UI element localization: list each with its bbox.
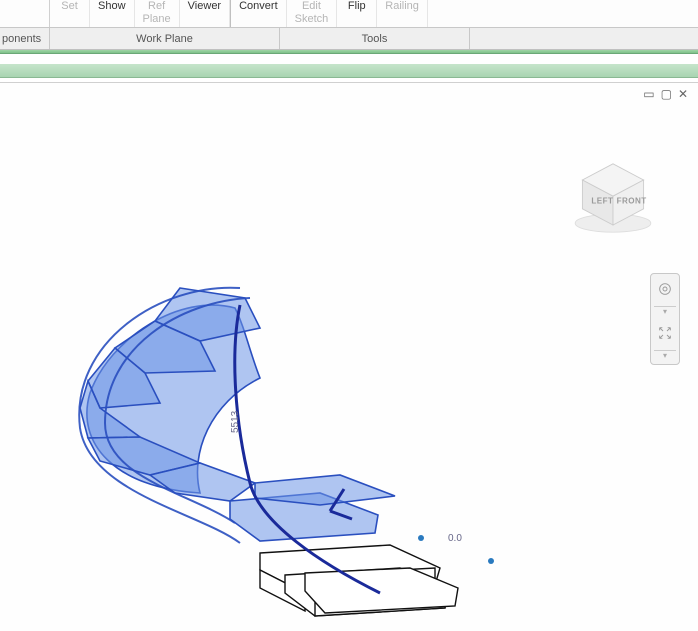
viewcube-left-label: LEFT bbox=[591, 196, 613, 205]
edit-sketch-button[interactable]: Edit Sketch bbox=[287, 0, 338, 27]
panel-components-label: ponents bbox=[2, 33, 41, 45]
viewcube-front-label: FRONT bbox=[617, 196, 647, 205]
edit-sketch-label-2: Sketch bbox=[295, 13, 329, 26]
flip-label: Flip bbox=[348, 0, 366, 13]
show-button[interactable]: Show bbox=[90, 0, 135, 27]
flip-button[interactable]: Flip bbox=[337, 0, 377, 27]
ref-plane-label-2: Plane bbox=[143, 13, 171, 26]
viewport-3d[interactable]: ▭ ▢ ✕ LEFT FRONT ▾ ▾ bbox=[0, 82, 698, 631]
railing-button[interactable]: Railing bbox=[377, 0, 428, 27]
ribbon-gap bbox=[0, 54, 698, 64]
options-bar bbox=[0, 64, 698, 78]
convert-button[interactable]: Convert bbox=[230, 0, 287, 27]
dimension-vertical[interactable]: 5513 bbox=[230, 411, 241, 433]
viewer-button[interactable]: Viewer bbox=[180, 0, 230, 27]
panel-work-plane-label: Work Plane bbox=[136, 33, 193, 45]
ribbon-panel-row: ponents Work Plane Tools bbox=[0, 28, 698, 50]
railing-label: Railing bbox=[385, 0, 419, 13]
drag-grip-bottom[interactable] bbox=[488, 558, 494, 564]
view-window-controls: ▭ ▢ ✕ bbox=[643, 87, 688, 101]
viewcube[interactable]: LEFT FRONT bbox=[568, 153, 658, 243]
set-label: Set bbox=[61, 0, 78, 13]
close-view-icon[interactable]: ✕ bbox=[678, 87, 688, 101]
steering-wheel-icon[interactable] bbox=[654, 278, 676, 300]
drag-grip-end[interactable] bbox=[418, 535, 424, 541]
viewer-label: Viewer bbox=[188, 0, 221, 13]
panel-tools-label: Tools bbox=[362, 33, 388, 45]
panel-work-plane: Work Plane bbox=[50, 28, 280, 49]
ref-plane-button[interactable]: Ref Plane bbox=[135, 0, 180, 27]
edit-sketch-label-1: Edit bbox=[302, 0, 321, 13]
ref-plane-label-1: Ref bbox=[148, 0, 165, 13]
ribbon-spacer bbox=[0, 0, 50, 27]
maximize-view-icon[interactable]: ▢ bbox=[661, 87, 672, 101]
ribbon-button-row: Set Show Ref Plane Viewer Convert Edit S… bbox=[0, 0, 698, 28]
set-button[interactable]: Set bbox=[50, 0, 90, 27]
nav-dropdown-2[interactable]: ▾ bbox=[654, 350, 676, 360]
panel-components: ponents bbox=[0, 28, 50, 49]
nav-dropdown-1[interactable]: ▾ bbox=[654, 306, 676, 316]
panel-tools: Tools bbox=[280, 28, 470, 49]
convert-label: Convert bbox=[239, 0, 278, 13]
show-label: Show bbox=[98, 0, 126, 13]
navigation-bar: ▾ ▾ bbox=[650, 273, 680, 365]
full-navigation-icon[interactable] bbox=[654, 322, 676, 344]
dimension-floor[interactable]: 0.0 bbox=[448, 533, 462, 544]
minimize-view-icon[interactable]: ▭ bbox=[643, 87, 654, 101]
stair-model[interactable] bbox=[60, 193, 480, 623]
